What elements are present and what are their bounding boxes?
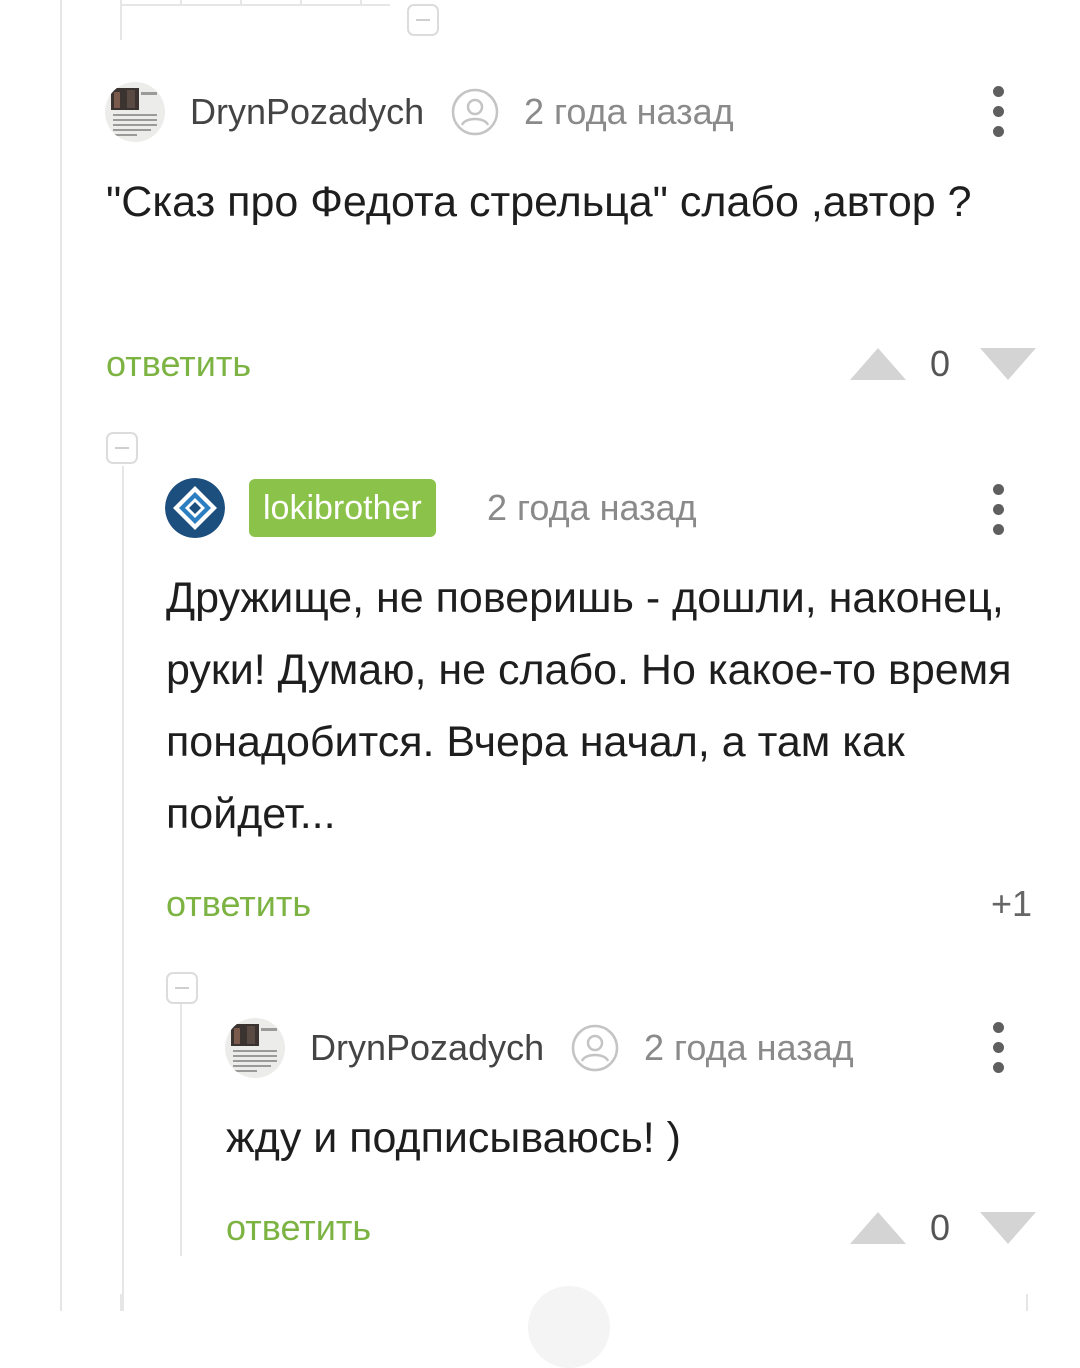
reply-button[interactable]: ответить — [166, 882, 311, 926]
avatar-image — [105, 82, 165, 142]
avatar[interactable] — [105, 82, 165, 142]
more-vertical-icon[interactable] — [990, 1020, 1006, 1076]
comment-rating: 0 — [930, 1207, 951, 1248]
avatar-image — [165, 478, 225, 538]
more-vertical-icon[interactable] — [990, 482, 1006, 538]
comment-text: жду и подписываюсь! ) — [226, 1114, 681, 1162]
collapse-toggle-top[interactable] — [407, 4, 439, 36]
comment-time: 2 года назад — [487, 487, 697, 528]
comment-rating: 0 — [930, 343, 951, 384]
thread-line-bottom — [120, 1294, 122, 1311]
thread-line-level-2 — [180, 1004, 182, 1256]
comment-text: Дружище, не поверишь - дошли, наконец, р… — [166, 574, 1012, 838]
thread-branch-top — [120, 4, 390, 6]
avatar[interactable] — [165, 478, 225, 538]
triangle-up-icon[interactable] — [850, 348, 906, 380]
load-more-indicator[interactable] — [528, 1286, 610, 1368]
author-name[interactable]: DrynPozadych — [310, 1026, 544, 1070]
avatar-image — [225, 1018, 285, 1078]
more-vertical-icon[interactable] — [990, 84, 1006, 140]
user-circle-icon — [451, 88, 499, 136]
author-name[interactable]: DrynPozadych — [190, 90, 424, 134]
thread-line-root — [60, 0, 62, 1311]
comment-text: "Сказ про Федота стрельца" слабо ,автор … — [106, 178, 972, 226]
reply-button[interactable]: ответить — [226, 1206, 371, 1250]
comment-rating: +1 — [990, 883, 1032, 924]
avatar[interactable] — [225, 1018, 285, 1078]
thread-tick-2 — [240, 0, 242, 6]
triangle-down-icon[interactable] — [980, 348, 1036, 380]
comment-time: 2 года назад — [524, 91, 734, 132]
triangle-down-icon[interactable] — [980, 1212, 1036, 1244]
thread-tick-3 — [300, 0, 302, 6]
comment-time: 2 года назад — [644, 1027, 854, 1068]
thread-line-top — [120, 0, 122, 40]
collapse-toggle-level-1[interactable] — [106, 432, 138, 464]
thread-line-level-1 — [122, 466, 124, 1311]
user-circle-icon — [571, 1024, 619, 1072]
collapse-toggle-level-2[interactable] — [166, 972, 198, 1004]
thread-tick-1 — [180, 0, 182, 6]
author-badge[interactable]: lokibrother — [249, 479, 436, 537]
triangle-up-icon[interactable] — [850, 1212, 906, 1244]
thread-line-bottom-2 — [1026, 1294, 1028, 1311]
reply-button[interactable]: ответить — [106, 342, 251, 386]
thread-tick-4 — [360, 0, 362, 6]
